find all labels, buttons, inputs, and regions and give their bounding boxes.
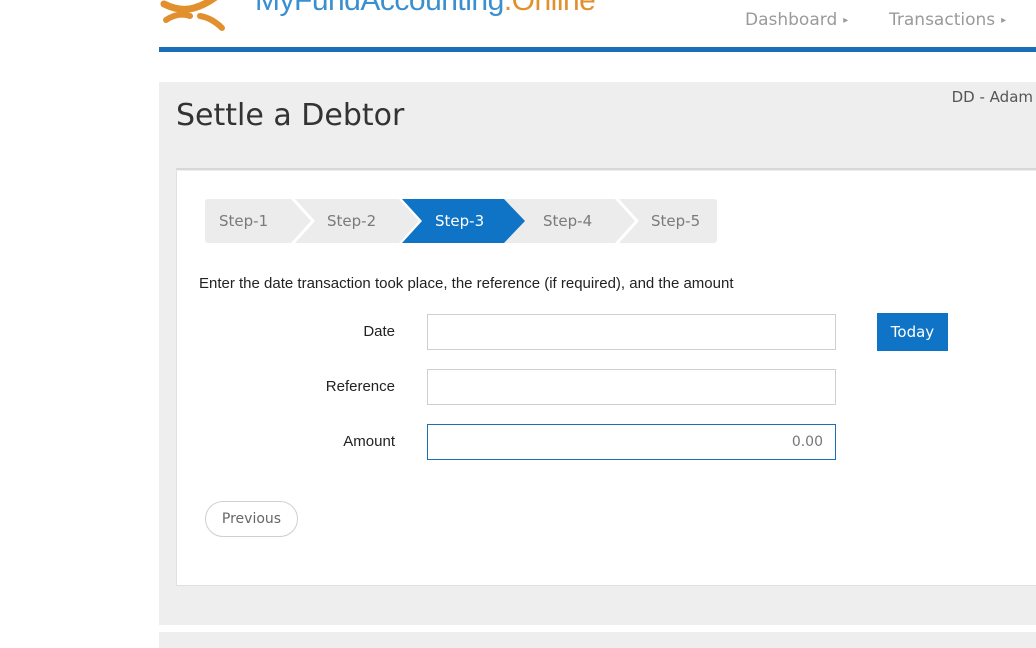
user-label: DD - Adam: [951, 88, 1033, 106]
previous-button[interactable]: Previous: [205, 501, 298, 537]
page-title: Settle a Debtor: [176, 98, 405, 133]
nav-dashboard[interactable]: Dashboard ▸: [745, 10, 848, 30]
footer-strip: [159, 632, 1036, 648]
amount-label: Amount: [343, 433, 395, 450]
logo-icon: [160, 0, 230, 32]
nav-dashboard-label: Dashboard: [745, 10, 838, 30]
date-input[interactable]: [427, 314, 836, 350]
nav-transactions-label: Transactions: [889, 10, 996, 30]
amount-input[interactable]: [427, 424, 836, 460]
header-divider: [159, 47, 1036, 52]
step-2[interactable]: Step-2: [327, 212, 376, 230]
step-1[interactable]: Step-1: [219, 212, 268, 230]
date-label: Date: [363, 323, 395, 340]
today-button[interactable]: Today: [877, 313, 948, 351]
form-instructions: Enter the date transaction took place, t…: [199, 275, 734, 292]
logo-text-suffix: .Online: [503, 0, 596, 17]
logo-text: MyFundAccounting.Online: [255, 0, 596, 17]
chevron-right-icon: ▸: [1001, 14, 1007, 26]
logo-text-main: MyFundAccounting: [255, 0, 504, 17]
form-card: Step-1 Step-2 Step-3 Step-4 Step-5 Enter…: [176, 171, 1036, 586]
nav-transactions[interactable]: Transactions ▸: [889, 10, 1006, 30]
chevron-right-icon: ▸: [843, 14, 849, 26]
title-divider: [176, 168, 1036, 170]
reference-input[interactable]: [427, 369, 836, 405]
page-panel: Settle a Debtor DD - Adam Step-1 Step-2 …: [159, 82, 1036, 625]
step-4[interactable]: Step-4: [543, 212, 592, 230]
step-3[interactable]: Step-3: [435, 212, 484, 230]
wizard-steps: Step-1 Step-2 Step-3 Step-4 Step-5: [205, 199, 717, 243]
reference-label: Reference: [325, 378, 395, 395]
step-5[interactable]: Step-5: [651, 212, 700, 230]
